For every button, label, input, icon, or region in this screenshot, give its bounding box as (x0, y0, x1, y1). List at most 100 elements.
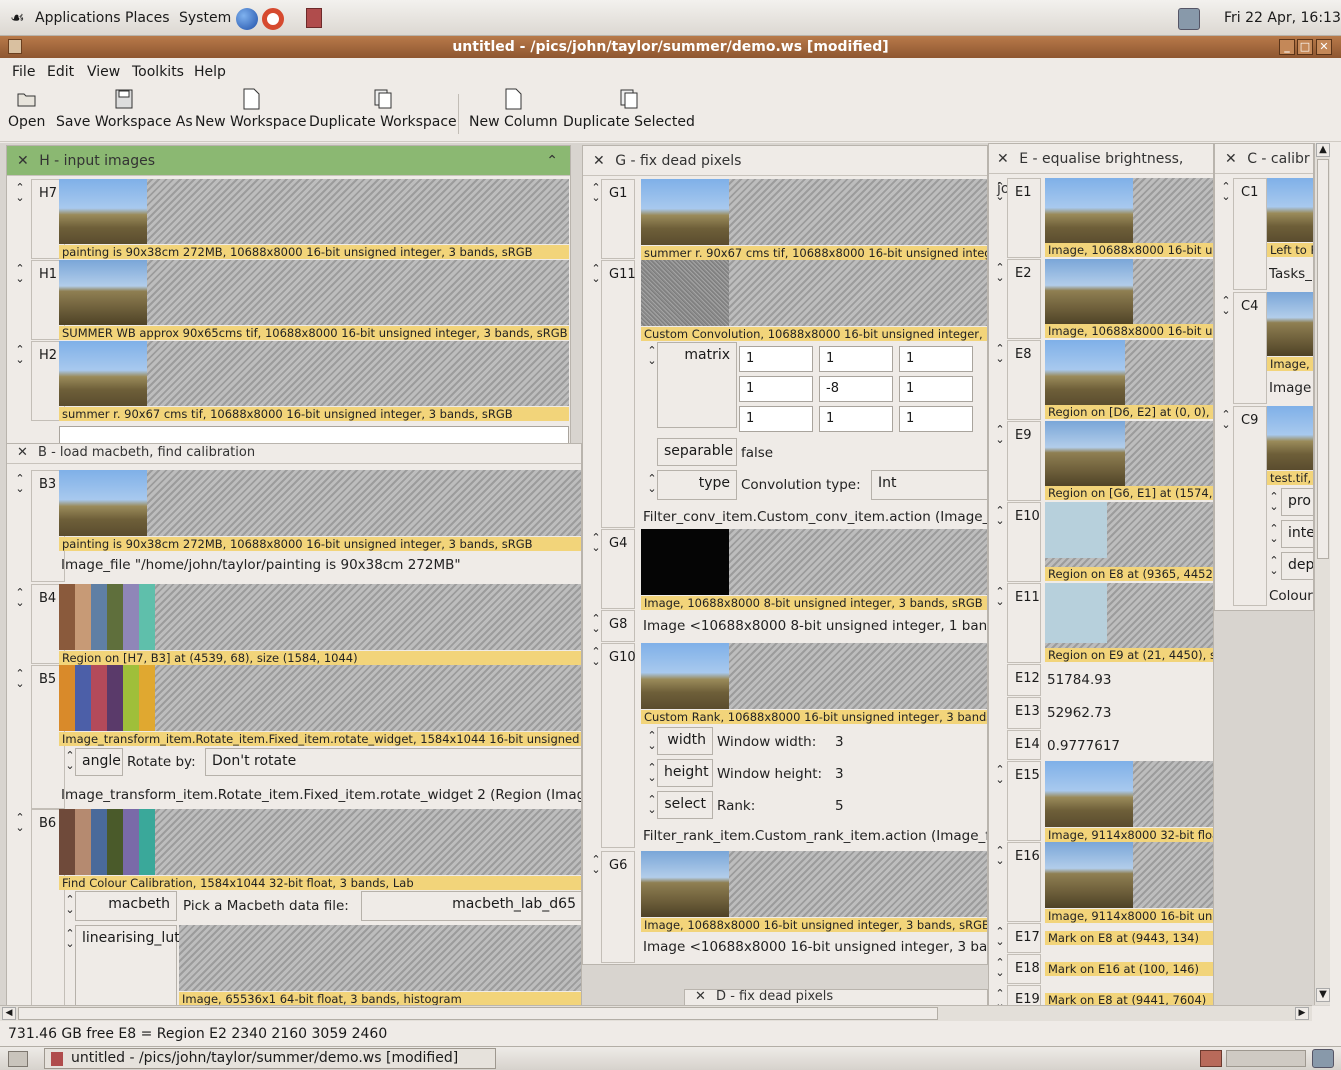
row-expand-spinner[interactable]: ⌃ ⌄ (1219, 409, 1233, 430)
row-name-e9[interactable]: E9 (1007, 421, 1041, 501)
window-width-value[interactable]: 3 (835, 734, 844, 750)
row-expand-spinner[interactable]: ⌃ ⌄ (13, 263, 27, 284)
row-name-g8[interactable]: G8 (601, 610, 635, 642)
row-e2[interactable]: ⌃⌄ E2 Image, 10688x8000 16-bit unsigned … (989, 259, 1213, 339)
image-thumbnail[interactable] (1045, 421, 1125, 487)
row-expand-spinner[interactable]: ⌃ ⌄ (993, 343, 1007, 364)
row-expand-spinner[interactable]: ⌃ ⌄ (993, 988, 1007, 1005)
row-name-g4[interactable]: G4 (601, 529, 635, 609)
row-name-e12[interactable]: E12 (1007, 664, 1041, 696)
c4-value[interactable]: Image (1269, 380, 1311, 396)
row-expand-spinner[interactable]: ⌃ ⌄ (993, 926, 1007, 947)
column-h[interactable]: ✕ H - input images ⌃ ⌃ ⌄ H7 painting is 9… (6, 145, 571, 445)
image-thumbnail[interactable] (59, 341, 147, 406)
row-g8[interactable]: ⌃ ⌄ G8 Image <10688x8000 8-bit unsigned i… (583, 610, 987, 642)
column-g[interactable]: ✕ G - fix dead pixels ⌃ ⌄ G1 summer r. 90… (582, 145, 988, 965)
separable-value[interactable]: false (741, 445, 773, 461)
image-thumbnail[interactable] (641, 260, 729, 326)
menu-view[interactable]: View (87, 64, 120, 80)
row-e18[interactable]: ⌃ ⌄ E18 Mark on E16 at (100, 146) (989, 954, 1213, 984)
column-d-header[interactable]: ✕ D - fix dead pixels (685, 990, 987, 1006)
duplicate-workspace-button[interactable]: Duplicate Workspace (309, 88, 457, 130)
matrix-cell[interactable]: 1 (739, 346, 813, 372)
matrix-button[interactable]: matrix (657, 342, 737, 428)
close-column-icon[interactable]: ✕ (593, 153, 605, 169)
row-expand-spinner[interactable]: ⌃ ⌄ (1219, 181, 1233, 202)
workspace-canvas[interactable]: ✕ H - input images ⌃ ⌃ ⌄ H7 painting is 9… (0, 143, 1330, 1006)
help-lifebuoy-icon[interactable] (262, 8, 284, 30)
vertical-scroll-thumb[interactable] (1317, 159, 1329, 559)
row-expand-spinner[interactable]: ⌃ ⌄ (13, 668, 27, 689)
macbeth-chart-thumbnail[interactable] (59, 809, 155, 875)
image-thumbnail[interactable] (1045, 178, 1133, 244)
show-desktop-icon[interactable] (8, 1051, 28, 1067)
linearising-lut-button[interactable]: linearising_lut (75, 925, 180, 1005)
row-expand-spinner[interactable]: ⌃ ⌄ (13, 812, 27, 833)
image-thumbnail[interactable] (641, 529, 729, 595)
row-e17[interactable]: ⌃ ⌄ E17 Mark on E8 at (9443, 134) (989, 923, 1213, 953)
scroll-down-arrow-icon[interactable]: ▼ (1316, 988, 1330, 1002)
new-column-button[interactable]: New Column (469, 88, 558, 130)
column-c[interactable]: ✕ C - calibr ⌃ ⌄ C1 Left to R Tasks_ ⌃ ⌄ C… (1214, 143, 1314, 611)
close-column-icon[interactable]: ✕ (17, 445, 28, 460)
close-column-icon[interactable]: ✕ (695, 990, 706, 1004)
new-workspace-button[interactable]: New Workspace (195, 88, 307, 130)
row-b5[interactable]: ⌃ ⌄ B5 Image_transform_item.Rotate_item.F… (7, 665, 581, 809)
row-expand-spinner[interactable]: ⌃ ⌄ (1219, 295, 1233, 316)
sub-expand-spinner[interactable]: ⌃ ⌄ (1267, 555, 1281, 576)
row-c4[interactable]: ⌃ ⌄ C4 Image, Image (1215, 292, 1313, 404)
image-thumbnail[interactable] (641, 179, 729, 245)
macbeth-file-chooser[interactable]: macbeth_lab_d65 (361, 891, 581, 921)
width-button[interactable]: width (657, 727, 713, 755)
row-h2[interactable]: ⌃ ⌄ H2 summer r. 90x67 cms tif, 10688x800… (7, 341, 570, 421)
row-g1[interactable]: ⌃ ⌄ G1 summer r. 90x67 cms tif, 10688x800… (583, 179, 987, 260)
sub-expand-spinner[interactable]: ⌃ ⌄ (1267, 523, 1281, 544)
row-g6[interactable]: ⌃ ⌄ G6 Image, 10688x8000 16-bit unsigned … (583, 851, 987, 963)
row-name-g1[interactable]: G1 (601, 179, 635, 259)
matrix-cell[interactable]: 1 (739, 406, 813, 432)
row-b3[interactable]: ⌃ ⌄ B3 painting is 90x38cm 272MB, 10688x8… (7, 470, 581, 582)
image-thumbnail[interactable] (1267, 406, 1313, 470)
row-g4[interactable]: ⌃ ⌄ G4 Image, 10688x8000 8-bit unsigned i… (583, 529, 987, 610)
macbeth-chart-thumbnail[interactable] (59, 665, 155, 731)
row-expand-spinner[interactable]: ⌃ ⌄ (993, 262, 1007, 283)
row-name-e14[interactable]: E14 (1007, 730, 1041, 760)
gnome-foot-icon[interactable]: ☙ (10, 8, 24, 27)
image-thumbnail[interactable] (1045, 583, 1107, 643)
row-expand-spinner[interactable]: ⌃ ⌄ (13, 182, 27, 203)
menu-help[interactable]: Help (194, 64, 226, 80)
c1-value[interactable]: Tasks_ (1269, 266, 1312, 282)
row-c9[interactable]: ⌃ ⌄ C9 test.tif, ⌃ ⌄ pro ⌃ ⌄ inte ⌃ ⌄ dep Co… (1215, 406, 1313, 606)
matrix-cell[interactable]: 1 (899, 346, 973, 372)
row-name-e15[interactable]: E15 (1007, 761, 1041, 841)
workspace-switcher[interactable] (1226, 1050, 1306, 1067)
trash-icon[interactable] (1178, 8, 1200, 30)
macbeth-button[interactable]: macbeth (75, 891, 177, 921)
row-name-e1[interactable]: E1 (1007, 178, 1041, 258)
matrix-cell[interactable]: 1 (739, 376, 813, 402)
row-expand-spinner[interactable]: ⌃ ⌄ (13, 344, 27, 365)
rotate-expression[interactable]: Image_transform_item.Rotate_item.Fixed_i… (61, 787, 581, 803)
row-name-e17[interactable]: E17 (1007, 923, 1041, 953)
row-c1[interactable]: ⌃ ⌄ C1 Left to R Tasks_ (1215, 178, 1313, 290)
row-g10[interactable]: ⌃ ⌄ G10 Custom Rank, 10688x8000 16-bit un… (583, 643, 987, 848)
row-e11[interactable]: ⌃⌄ E11 Region on E9 at (21, 4450), size … (989, 583, 1213, 663)
row-name-e8[interactable]: E8 (1007, 340, 1041, 420)
sub-expand-spinner[interactable]: ⌃ ⌄ (1267, 491, 1281, 512)
g8-value[interactable]: Image <10688x8000 8-bit unsigned integer… (643, 618, 987, 634)
nip2-launcher-icon[interactable] (306, 8, 322, 28)
row-expand-spinner[interactable]: ⌃ ⌄ (993, 424, 1007, 445)
maximize-button[interactable]: □ (1297, 39, 1313, 55)
separable-button[interactable]: separable (657, 438, 737, 466)
type-button[interactable]: type (657, 470, 737, 500)
row-name-c9[interactable]: C9 (1233, 406, 1267, 606)
matrix-cell[interactable]: 1 (819, 406, 893, 432)
window-menu-icon[interactable] (8, 39, 22, 54)
matrix-cell[interactable]: -8 (819, 376, 893, 402)
e12-value[interactable]: 51784.93 (1047, 672, 1111, 688)
menu-edit[interactable]: Edit (47, 64, 74, 80)
menu-file[interactable]: File (12, 64, 35, 80)
row-expand-spinner[interactable]: ⌃ ⌄ (13, 473, 27, 494)
image-thumbnail[interactable] (1267, 292, 1313, 356)
row-expand-spinner[interactable]: ⌃ ⌄ (13, 587, 27, 608)
